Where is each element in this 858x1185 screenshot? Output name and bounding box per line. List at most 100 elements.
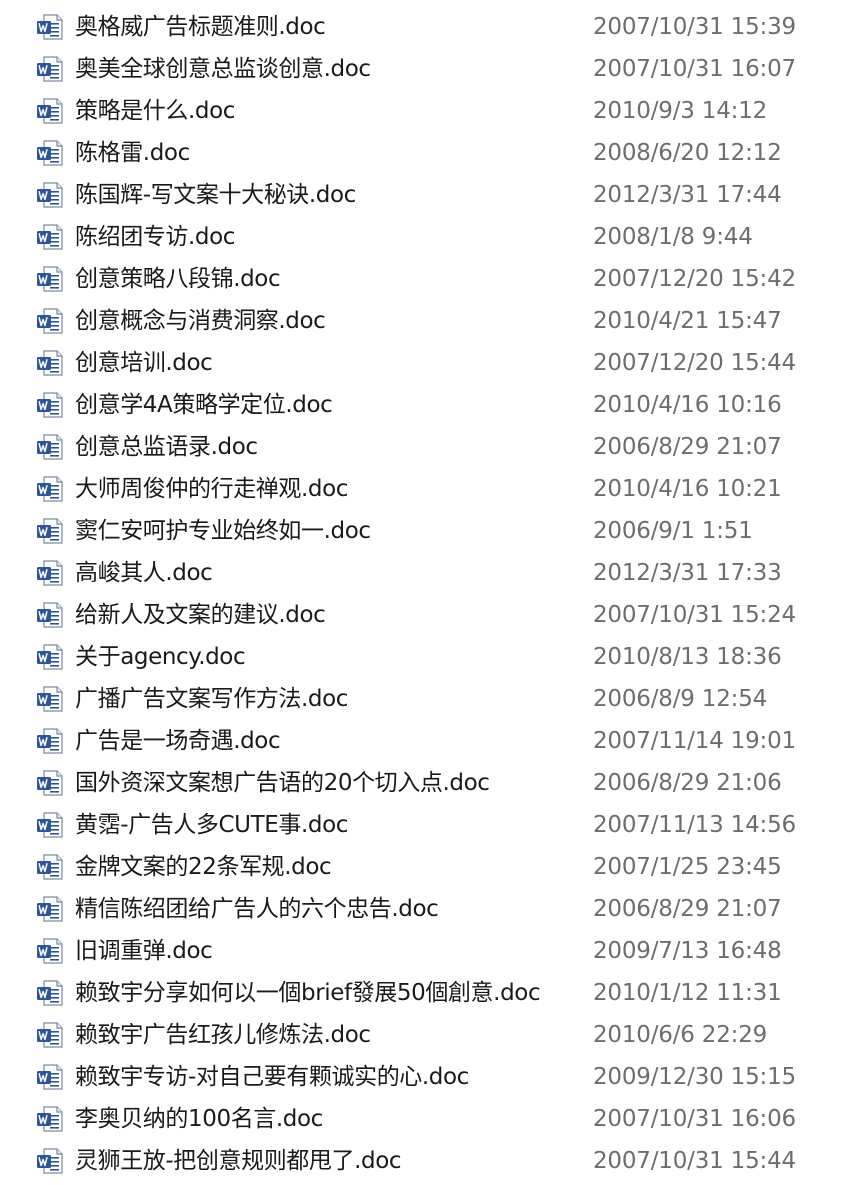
word-document-icon [36, 643, 64, 671]
file-row[interactable]: 国外资深文案想广告语的20个切入点.doc 2006/8/29 21:06 [0, 762, 858, 804]
file-row[interactable]: 创意总监语录.doc 2006/8/29 21:07 [0, 426, 858, 468]
file-name: 关于agency.doc [75, 644, 246, 670]
file-modified-date: 2006/9/1 1:51 [593, 518, 753, 544]
file-row[interactable]: 高峻其人.doc 2012/3/31 17:33 [0, 552, 858, 594]
file-row[interactable]: 金牌文案的22条军规.doc 2007/1/25 23:45 [0, 846, 858, 888]
word-document-icon [36, 937, 64, 965]
word-document-icon [36, 1105, 64, 1133]
file-row[interactable]: 创意策略八段锦.doc 2007/12/20 15:42 [0, 258, 858, 300]
file-modified-date: 2009/12/30 15:15 [593, 1064, 796, 1090]
word-document-icon [36, 265, 64, 293]
word-document-icon [36, 307, 64, 335]
file-name: 奥格威广告标题准则.doc [75, 14, 326, 40]
file-list: 奥格威广告标题准则.doc 2007/10/31 15:39 奥美全球创意总监谈… [0, 6, 858, 1182]
file-modified-date: 2007/10/31 15:24 [593, 602, 796, 628]
file-name: 创意培训.doc [75, 350, 213, 376]
file-name: 高峻其人.doc [75, 560, 213, 586]
word-document-icon [36, 769, 64, 797]
file-row[interactable]: 给新人及文案的建议.doc 2007/10/31 15:24 [0, 594, 858, 636]
file-name: 策略是什么.doc [75, 98, 236, 124]
file-name: 精信陈绍团给广告人的六个忠告.doc [75, 896, 439, 922]
file-row[interactable]: 陈国辉-写文案十大秘诀.doc 2012/3/31 17:44 [0, 174, 858, 216]
file-modified-date: 2007/10/31 16:06 [593, 1106, 796, 1132]
file-row[interactable]: 旧调重弹.doc 2009/7/13 16:48 [0, 930, 858, 972]
file-name: 大师周俊仲的行走禅观.doc [75, 476, 349, 502]
file-modified-date: 2007/11/13 14:56 [593, 812, 796, 838]
file-modified-date: 2007/11/14 19:01 [593, 728, 796, 754]
file-modified-date: 2007/10/31 15:44 [593, 1148, 796, 1174]
word-document-icon [36, 1063, 64, 1091]
file-row[interactable]: 窦仁安呵护专业始终如一.doc 2006/9/1 1:51 [0, 510, 858, 552]
file-name: 陈绍团专访.doc [75, 224, 236, 250]
file-row[interactable]: 大师周俊仲的行走禅观.doc 2010/4/16 10:21 [0, 468, 858, 510]
file-modified-date: 2010/8/13 18:36 [593, 644, 782, 670]
word-document-icon [36, 853, 64, 881]
file-row[interactable]: 李奥贝纳的100名言.doc 2007/10/31 16:06 [0, 1098, 858, 1140]
file-row[interactable]: 创意概念与消费洞察.doc 2010/4/21 15:47 [0, 300, 858, 342]
file-modified-date: 2010/4/16 10:16 [593, 392, 782, 418]
file-name: 给新人及文案的建议.doc [75, 602, 326, 628]
file-row[interactable]: 关于agency.doc 2010/8/13 18:36 [0, 636, 858, 678]
file-row[interactable]: 创意培训.doc 2007/12/20 15:44 [0, 342, 858, 384]
file-modified-date: 2008/6/20 12:12 [593, 140, 782, 166]
word-document-icon [36, 181, 64, 209]
word-document-icon [36, 601, 64, 629]
file-modified-date: 2006/8/29 21:06 [593, 770, 782, 796]
word-document-icon [36, 517, 64, 545]
word-document-icon [36, 433, 64, 461]
file-modified-date: 2008/1/8 9:44 [593, 224, 753, 250]
word-document-icon [36, 349, 64, 377]
word-document-icon [36, 685, 64, 713]
file-modified-date: 2007/1/25 23:45 [593, 854, 782, 880]
file-row[interactable]: 陈格雷.doc 2008/6/20 12:12 [0, 132, 858, 174]
file-name: 国外资深文案想广告语的20个切入点.doc [75, 770, 490, 796]
file-row[interactable]: 广告是一场奇遇.doc 2007/11/14 19:01 [0, 720, 858, 762]
file-name: 创意概念与消费洞察.doc [75, 308, 326, 334]
word-document-icon [36, 811, 64, 839]
file-modified-date: 2006/8/29 21:07 [593, 896, 782, 922]
word-document-icon [36, 1021, 64, 1049]
file-row[interactable]: 奥格威广告标题准则.doc 2007/10/31 15:39 [0, 6, 858, 48]
file-row[interactable]: 精信陈绍团给广告人的六个忠告.doc 2006/8/29 21:07 [0, 888, 858, 930]
file-row[interactable]: 赖致宇专访-对自己要有颗诚实的心.doc 2009/12/30 15:15 [0, 1056, 858, 1098]
word-document-icon [36, 223, 64, 251]
file-modified-date: 2007/12/20 15:44 [593, 350, 796, 376]
file-name: 创意学4A策略学定位.doc [75, 392, 333, 418]
word-document-icon [36, 979, 64, 1007]
word-document-icon [36, 13, 64, 41]
file-modified-date: 2010/6/6 22:29 [593, 1022, 768, 1048]
file-row[interactable]: 陈绍团专访.doc 2008/1/8 9:44 [0, 216, 858, 258]
file-name: 窦仁安呵护专业始终如一.doc [75, 518, 371, 544]
file-modified-date: 2007/10/31 16:07 [593, 56, 796, 82]
file-modified-date: 2009/7/13 16:48 [593, 938, 782, 964]
word-document-icon [36, 55, 64, 83]
file-name: 李奥贝纳的100名言.doc [75, 1106, 323, 1132]
word-document-icon [36, 391, 64, 419]
word-document-icon [36, 559, 64, 587]
file-name: 陈格雷.doc [75, 140, 190, 166]
file-row[interactable]: 赖致宇分享如何以一個brief發展50個創意.doc 2010/1/12 11:… [0, 972, 858, 1014]
file-name: 赖致宇分享如何以一個brief發展50個創意.doc [75, 980, 541, 1006]
word-document-icon [36, 1147, 64, 1175]
file-modified-date: 2007/10/31 15:39 [593, 14, 796, 40]
file-modified-date: 2012/3/31 17:44 [593, 182, 782, 208]
file-name: 创意策略八段锦.doc [75, 266, 281, 292]
file-modified-date: 2006/8/9 12:54 [593, 686, 768, 712]
file-row[interactable]: 策略是什么.doc 2010/9/3 14:12 [0, 90, 858, 132]
file-row[interactable]: 创意学4A策略学定位.doc 2010/4/16 10:16 [0, 384, 858, 426]
file-name: 赖致宇专访-对自己要有颗诚实的心.doc [75, 1064, 469, 1090]
file-modified-date: 2010/1/12 11:31 [593, 980, 782, 1006]
file-modified-date: 2006/8/29 21:07 [593, 434, 782, 460]
word-document-icon [36, 475, 64, 503]
file-row[interactable]: 广播广告文案写作方法.doc 2006/8/9 12:54 [0, 678, 858, 720]
file-modified-date: 2010/4/21 15:47 [593, 308, 782, 334]
file-name: 金牌文案的22条军规.doc [75, 854, 332, 880]
file-row[interactable]: 赖致宇广告红孩儿修炼法.doc 2010/6/6 22:29 [0, 1014, 858, 1056]
file-row[interactable]: 奥美全球创意总监谈创意.doc 2007/10/31 16:07 [0, 48, 858, 90]
file-modified-date: 2010/4/16 10:21 [593, 476, 782, 502]
file-row[interactable]: 黄霑-广告人多CUTE事.doc 2007/11/13 14:56 [0, 804, 858, 846]
word-document-icon [36, 727, 64, 755]
word-document-icon [36, 895, 64, 923]
file-row[interactable]: 灵狮王放-把创意规则都甩了.doc 2007/10/31 15:44 [0, 1140, 858, 1182]
file-name: 奥美全球创意总监谈创意.doc [75, 56, 371, 82]
